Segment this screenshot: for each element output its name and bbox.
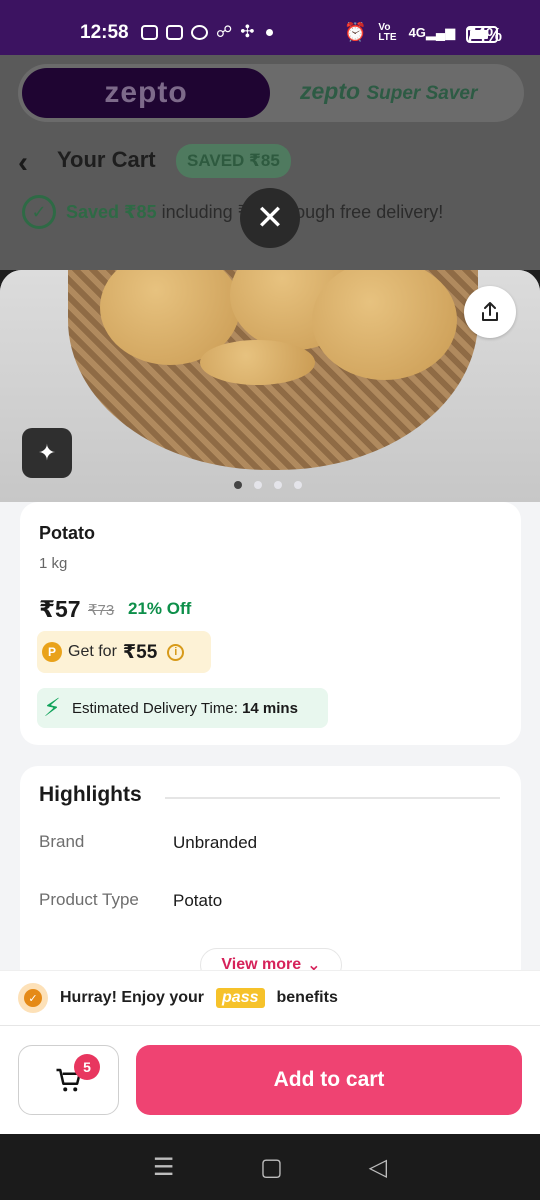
product-image[interactable]: ✦ [0, 270, 540, 502]
pass-price-value: ₹55 [122, 641, 158, 663]
pass-logo: pass [216, 988, 265, 1008]
sparkle-icon: ✦ [37, 440, 57, 465]
delivery-time-pill: ⚡ Estimated Delivery Time: 14 mins [37, 688, 328, 728]
info-icon[interactable]: i [167, 643, 185, 661]
missed-call-icon: ☍ [216, 24, 233, 41]
product-sheet: ✦ Potato 1 kg ₹57 ₹73 21% Off P Get for … [0, 270, 540, 970]
share-button[interactable] [464, 286, 516, 338]
pagination-dot[interactable] [274, 481, 282, 489]
highlights-card: Highlights Brand Unbranded Product Type … [20, 766, 521, 970]
pass-banner-prefix: Hurray! Enjoy your [60, 989, 205, 1006]
saved-amount: Saved ₹85 [66, 201, 157, 222]
system-nav-bar: ☰ ▢ ◁ [0, 1134, 540, 1200]
image-pagination [234, 481, 302, 489]
product-price: ₹57 [39, 596, 81, 622]
signal-4g-icon: 4G▂▄▆ [408, 24, 456, 40]
cart-count-badge: 5 [74, 1054, 100, 1080]
dot-icon [266, 28, 274, 36]
teams-icon: ✣ [240, 22, 255, 41]
tab-zepto[interactable]: zepto [22, 68, 270, 118]
pass-price-label: Get for [68, 643, 117, 660]
pass-coin-icon: P [42, 642, 62, 662]
pass-price-chip[interactable]: P Get for ₹55 i [37, 631, 211, 673]
product-mrp: ₹73 [88, 602, 115, 619]
status-time: 12:58 [80, 22, 129, 43]
pass-benefits-banner: ✓ Hurray! Enjoy your pass benefits [0, 970, 540, 1026]
saved-badge: SAVED ₹85 [176, 144, 291, 178]
add-to-cart-button[interactable]: Add to cart [136, 1045, 522, 1115]
back-arrow-icon[interactable]: ‹ [18, 146, 44, 179]
pass-check-icon: ✓ [18, 983, 48, 1013]
product-quantity: 1 kg [39, 555, 68, 572]
pass-banner-suffix: benefits [276, 989, 338, 1006]
super-saver-brand: zepto [300, 78, 361, 104]
product-name: Potato [39, 523, 95, 543]
potato-shape [200, 340, 315, 385]
pagination-dot[interactable] [234, 481, 242, 489]
chat-icon [166, 24, 183, 40]
highlight-value: Potato [173, 891, 223, 910]
discount-label: 21% Off [128, 599, 192, 618]
share-icon [482, 302, 498, 321]
back-icon[interactable]: ◁ [369, 1153, 387, 1182]
notification-icons: ☍ ✣ [141, 22, 274, 42]
close-button[interactable]: ✕ [240, 188, 300, 248]
battery-percent: 74% [466, 25, 503, 45]
home-icon[interactable]: ▢ [260, 1153, 283, 1182]
super-saver-label: Super Saver [366, 83, 478, 104]
bottom-action-bar: 5 Add to cart [0, 1026, 540, 1134]
volte-icon: Vo LTE [378, 21, 397, 43]
pagination-dot[interactable] [294, 481, 302, 489]
lightning-icon: ⚡ [43, 694, 61, 722]
page-title: Your Cart [57, 147, 156, 172]
check-icon: ✓ [22, 195, 56, 229]
delivery-time: 14 mins [242, 699, 298, 717]
system-icons: ⏰ Vo LTE 4G▂▄▆ [344, 22, 455, 43]
view-cart-button[interactable] [18, 1045, 119, 1115]
highlight-label: Product Type [39, 890, 139, 909]
view-more-button[interactable]: View more ⌄ [200, 948, 342, 970]
bubble-icon [191, 24, 208, 40]
recents-icon[interactable]: ☰ [153, 1153, 175, 1182]
pagination-dot[interactable] [254, 481, 262, 489]
status-bar: 12:58 ☍ ✣ ⏰ Vo LTE 4G▂▄▆ 74% [0, 0, 540, 55]
ai-sparkle-button[interactable]: ✦ [22, 428, 72, 478]
delivery-label: Estimated Delivery Time: [72, 699, 238, 717]
close-icon: ✕ [255, 199, 285, 237]
alarm-icon: ⏰ [344, 22, 367, 42]
highlight-value: Unbranded [173, 833, 258, 852]
view-more-label: View more [221, 956, 302, 970]
chevron-down-icon: ⌄ [307, 957, 321, 970]
message-icon [141, 24, 158, 40]
divider [165, 797, 500, 799]
tab-super-saver[interactable]: zepto Super Saver [300, 78, 500, 108]
highlight-label: Brand [39, 832, 85, 851]
product-info-card: Potato 1 kg ₹57 ₹73 21% Off P Get for ₹5… [20, 502, 521, 745]
highlights-title: Highlights [39, 783, 142, 806]
